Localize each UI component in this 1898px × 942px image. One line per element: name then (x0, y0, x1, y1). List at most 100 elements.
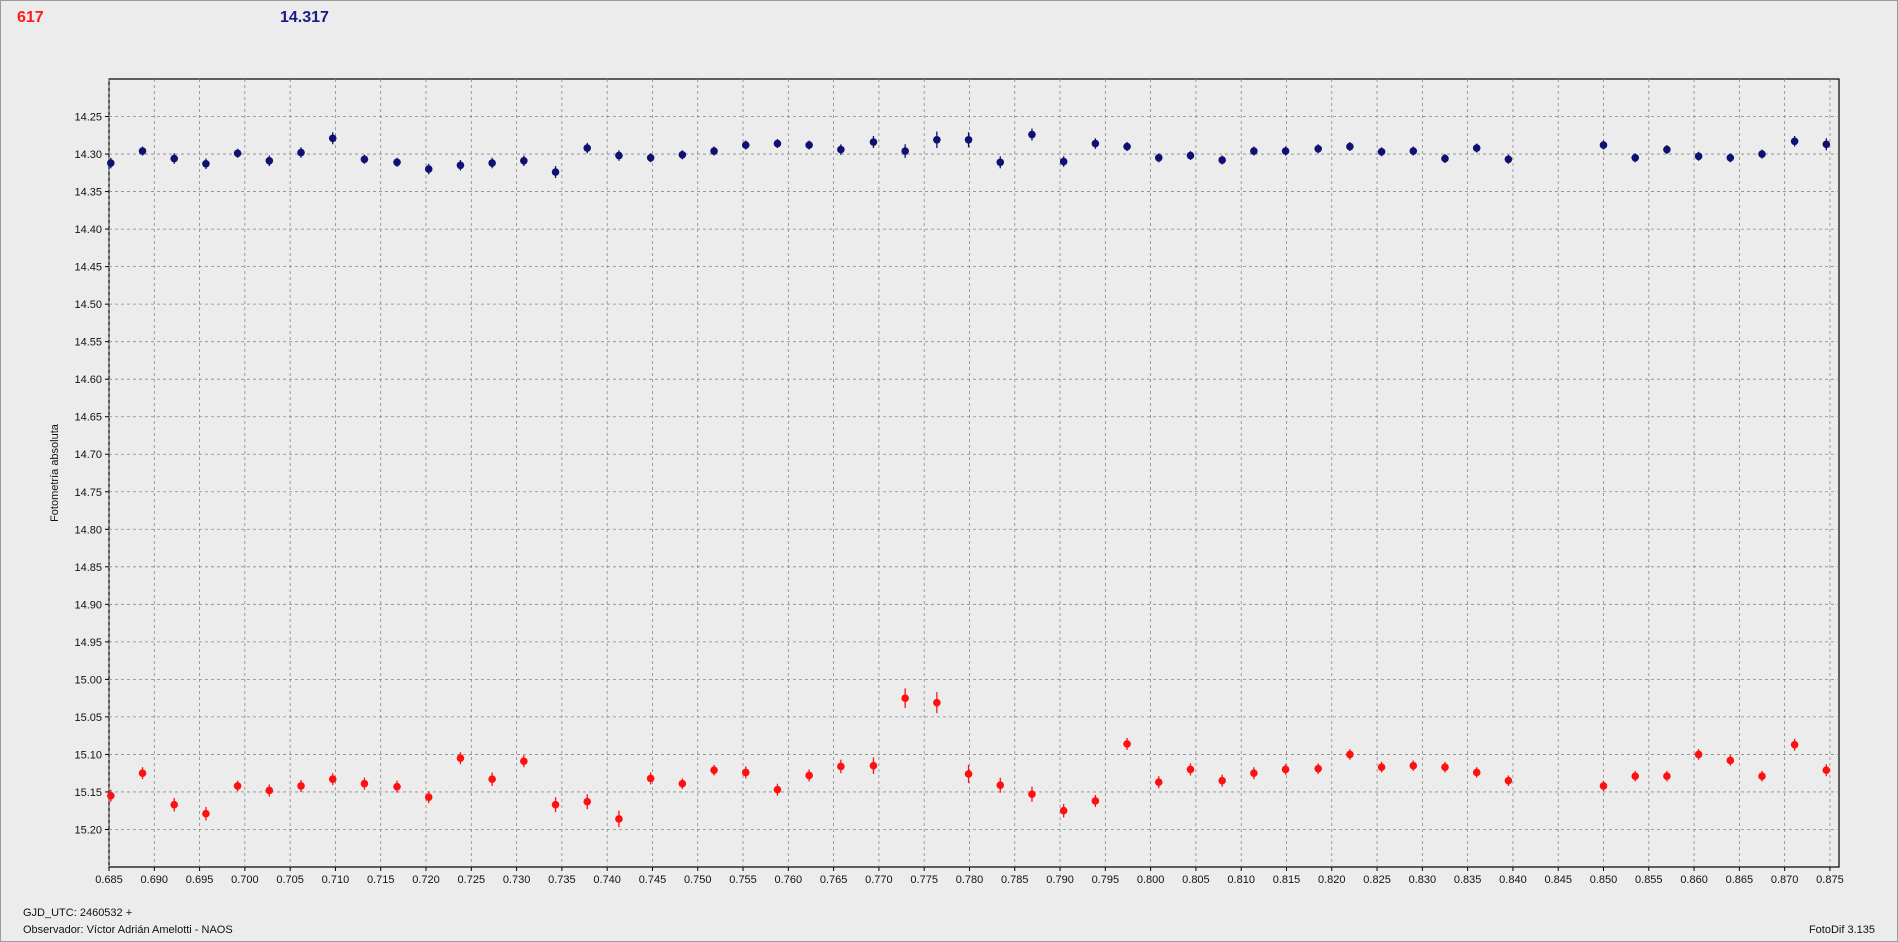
point-marker (1822, 140, 1831, 149)
x-tick-label: 0.775 (910, 874, 938, 886)
point-marker (107, 159, 115, 167)
x-tick-label: 0.760 (775, 874, 803, 886)
point-marker (107, 791, 115, 800)
point-marker (1758, 150, 1766, 158)
point-marker (138, 769, 147, 777)
point-marker (1091, 797, 1100, 805)
point-marker (933, 135, 941, 144)
point-marker (393, 158, 401, 167)
point-marker (964, 135, 973, 144)
point-marker (869, 761, 878, 770)
x-tick-label: 0.800 (1137, 874, 1165, 886)
point-marker (1377, 763, 1386, 771)
point-marker (678, 150, 687, 159)
point-marker (1028, 130, 1036, 139)
point-marker (1409, 761, 1418, 770)
point-marker (1631, 154, 1640, 162)
y-tick-label: 14.90 (74, 599, 102, 611)
point-marker (328, 775, 337, 783)
point-marker (1218, 156, 1226, 164)
x-tick-label: 0.845 (1544, 874, 1572, 886)
point-marker (901, 694, 909, 702)
x-tick-label: 0.685 (95, 874, 123, 886)
point-marker (456, 754, 465, 762)
x-tick-label: 0.730 (503, 874, 531, 886)
x-tick-label: 0.830 (1409, 874, 1437, 886)
y-axis-label: Fotometría absoluta (49, 423, 61, 522)
y-tick-label: 14.80 (74, 524, 102, 536)
x-tick-label: 0.795 (1092, 874, 1120, 886)
x-tick-label: 0.805 (1182, 874, 1210, 886)
x-tick-label: 0.860 (1680, 874, 1708, 886)
point-marker (1504, 155, 1513, 164)
point-marker (424, 793, 433, 802)
y-tick-label: 14.85 (74, 562, 102, 574)
point-marker (837, 145, 845, 154)
x-tick-label: 0.715 (367, 874, 395, 886)
point-marker (393, 782, 401, 791)
point-marker (741, 768, 750, 777)
y-tick-label: 14.40 (74, 224, 102, 236)
point-marker (710, 766, 718, 774)
point-marker (1346, 142, 1354, 151)
point-marker (869, 138, 878, 146)
y-tick-label: 15.20 (74, 824, 102, 836)
x-tick-label: 0.820 (1318, 874, 1346, 886)
point-marker (1091, 139, 1100, 148)
y-tick-label: 14.25 (74, 112, 102, 124)
point-marker (964, 770, 973, 778)
point-marker (1154, 154, 1163, 162)
point-marker (1472, 768, 1481, 777)
point-marker (805, 141, 813, 149)
point-marker (1441, 763, 1449, 771)
point-marker (265, 157, 274, 165)
point-marker (1472, 144, 1481, 152)
x-tick-label: 0.690 (141, 874, 169, 886)
x-tick-label: 0.790 (1046, 874, 1074, 886)
point-marker (1790, 137, 1799, 146)
point-marker (424, 165, 433, 173)
observer-label: Observador: Víctor Adrián Amelotti - NAO… (23, 924, 233, 936)
point-marker (1409, 147, 1418, 155)
x-tick-label: 0.740 (593, 874, 621, 886)
point-marker (1314, 144, 1322, 153)
point-marker (1028, 790, 1036, 799)
x-tick-label: 0.745 (639, 874, 667, 886)
point-marker (1346, 750, 1354, 759)
point-marker (1822, 766, 1831, 774)
point-marker (138, 147, 147, 155)
y-tick-label: 14.60 (74, 374, 102, 386)
gjd-label: GJD_UTC: 2460532 + (23, 907, 133, 919)
point-marker (1154, 778, 1163, 786)
x-axis-ticks: 0.685 0.690 0.695 0.700 0.705 0.710 0.715 0.720… (95, 867, 1844, 886)
point-marker (1726, 154, 1735, 162)
point-marker (1599, 782, 1608, 790)
fotodif-chart-window: 617 14.317 14.25 14.30 14.35 14.40 14.45 14.5… (0, 0, 1898, 942)
photometry-chart[interactable]: 14.25 14.30 14.35 14.40 14.45 14.50 14.55 14.60… (1, 1, 1897, 941)
y-tick-label: 14.50 (74, 299, 102, 311)
y-tick-label: 15.10 (74, 749, 102, 761)
point-marker (233, 782, 242, 790)
y-tick-label: 14.70 (74, 449, 102, 461)
x-tick-label: 0.710 (322, 874, 350, 886)
x-tick-label: 0.725 (458, 874, 486, 886)
point-marker (170, 800, 179, 809)
point-marker (1663, 145, 1671, 154)
point-marker (1186, 765, 1195, 774)
version-label: FotoDif 3.135 (1808, 924, 1875, 936)
y-tick-label: 14.55 (74, 337, 102, 349)
point-marker (773, 139, 782, 148)
point-marker (583, 797, 592, 806)
point-marker (678, 779, 687, 788)
x-tick-label: 0.755 (729, 874, 757, 886)
y-tick-label: 15.00 (74, 674, 102, 686)
y-tick-label: 14.75 (74, 487, 102, 499)
point-marker (1694, 152, 1703, 161)
point-marker (488, 159, 496, 167)
point-marker (805, 771, 813, 780)
point-marker (1250, 147, 1258, 155)
point-marker (1504, 776, 1513, 785)
point-marker (1218, 776, 1226, 785)
point-marker (1441, 154, 1449, 163)
plot-background (108, 78, 1840, 868)
